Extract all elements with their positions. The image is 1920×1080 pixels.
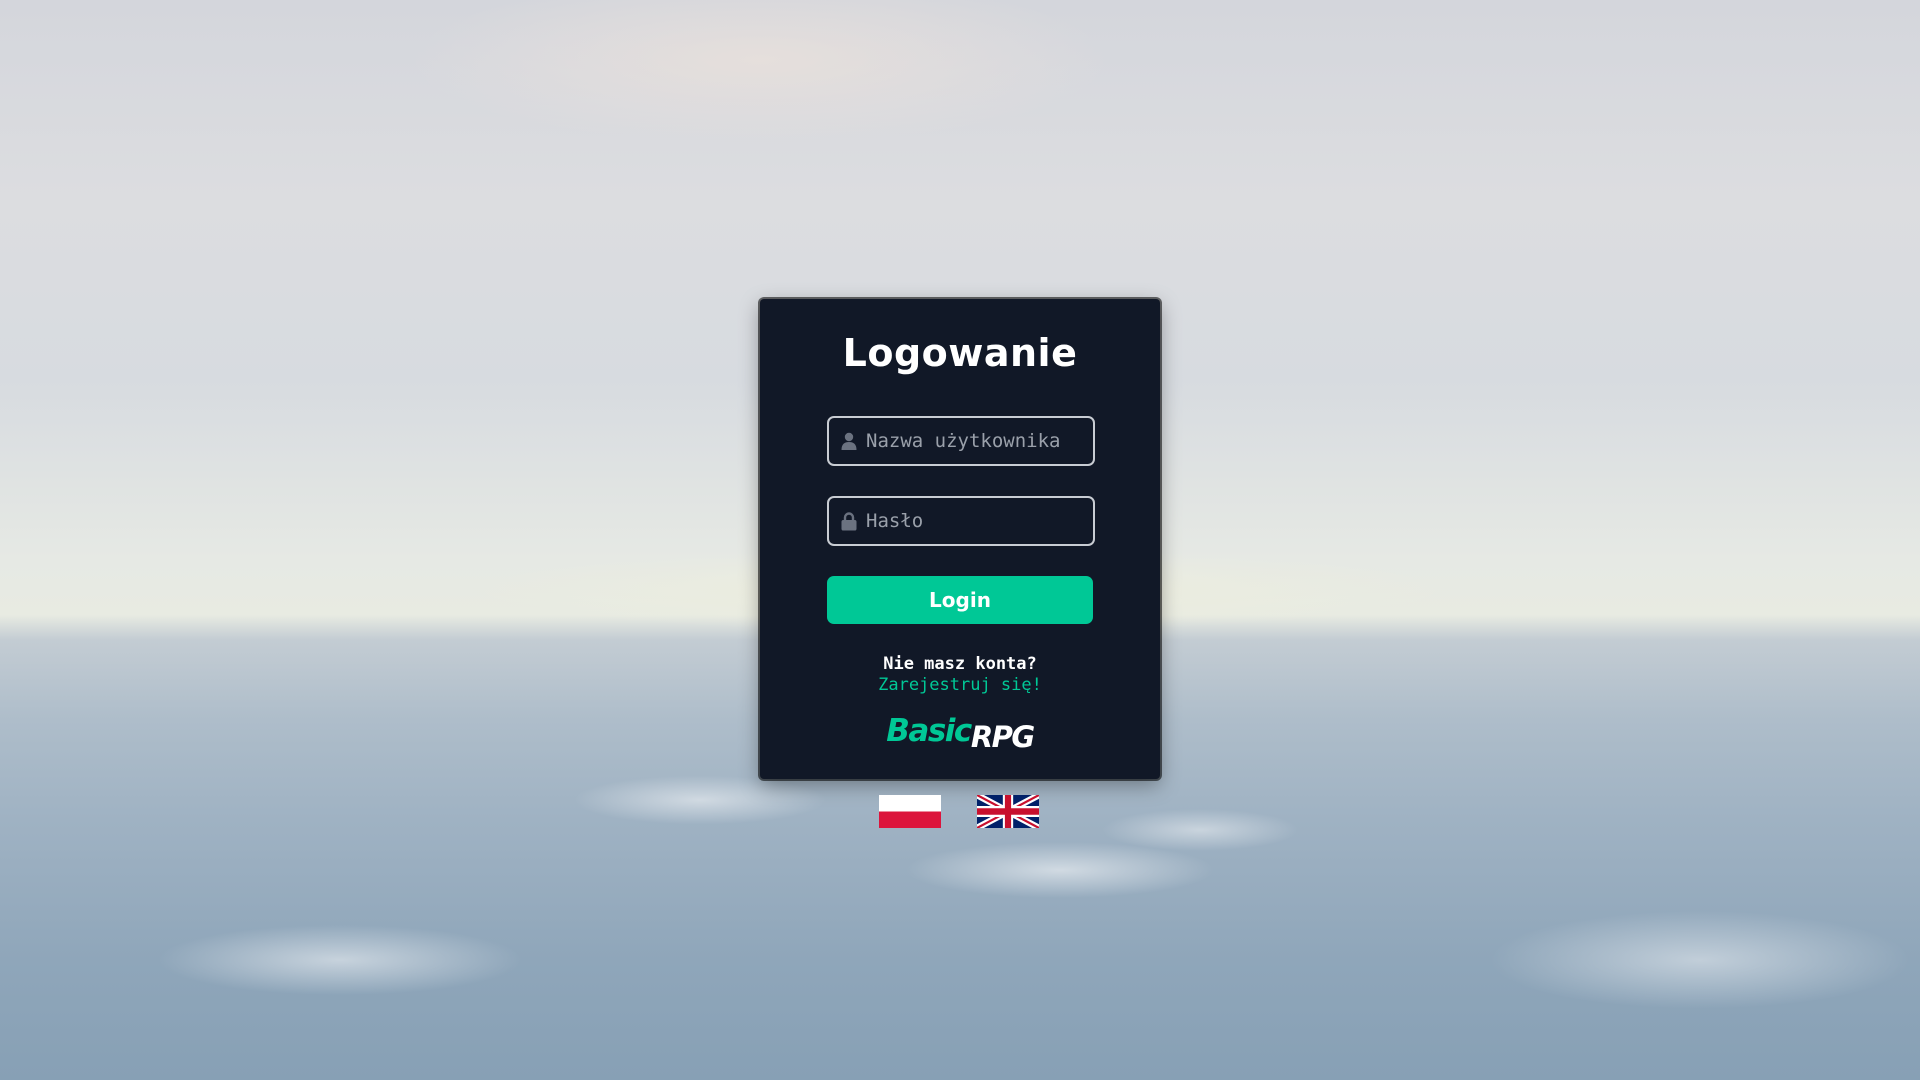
logo-rpg-text: RPG [970,720,1035,754]
password-field[interactable] [827,496,1095,546]
no-account-text: Nie masz konta? [883,654,1037,674]
username-field[interactable] [827,416,1095,466]
register-link[interactable]: Zarejestruj się! [760,675,1160,695]
username-input[interactable] [866,430,1093,452]
password-input[interactable] [866,510,1093,532]
login-card: Logowanie Login Nie masz konta? Zarejest… [760,299,1160,779]
logo-basic-text: Basic [886,713,972,749]
user-icon [840,431,858,451]
poland-flag-icon[interactable] [879,795,941,828]
login-title: Logowanie [842,331,1078,375]
login-button[interactable]: Login [827,576,1093,624]
basicrpg-logo: BasicRPG [760,713,1160,754]
lock-icon [840,511,858,531]
uk-flag-icon[interactable] [977,795,1039,828]
